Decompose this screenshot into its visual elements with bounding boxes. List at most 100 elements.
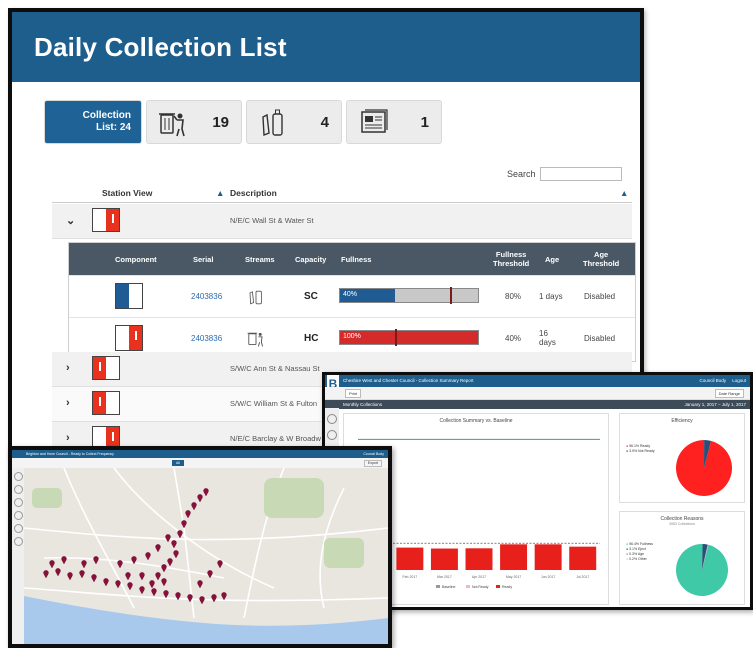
tick-label: Apr 2017 xyxy=(472,575,486,579)
chevron-down-icon[interactable]: ⌄ xyxy=(66,214,75,227)
nav-icon[interactable] xyxy=(13,537,23,546)
sort-icon[interactable]: ▲ xyxy=(216,188,224,198)
fullness-threshold: 80% xyxy=(505,292,522,301)
tick-label: Mar 2017 xyxy=(437,575,452,579)
stat-tile-recycling[interactable]: 4 xyxy=(246,100,342,144)
legend-swatch xyxy=(466,585,470,588)
map-sidebar xyxy=(12,468,24,644)
stat-count: 1 xyxy=(420,113,429,131)
row-description: S/W/C William St & Fulton xyxy=(230,399,318,408)
tick-label: Jul 2017 xyxy=(576,575,589,579)
filter-button[interactable]: All xyxy=(172,460,184,466)
tick-label: Jun 2017 xyxy=(541,575,555,579)
table-header: Station View ▲ Description ▲ xyxy=(52,184,632,203)
reasons-pie xyxy=(676,544,728,596)
component-icon xyxy=(115,283,143,309)
newspaper-icon xyxy=(361,109,388,133)
map-canvas[interactable] xyxy=(24,468,388,644)
component-row[interactable]: 2403836 SC 40% 80% 1 days Disabled xyxy=(69,275,635,316)
table-row[interactable]: ⌄ N/E/C Wall St & Water St xyxy=(52,204,632,239)
efficiency-panel: Efficiency ● 96.1% Ready ● 3.9% Not Read… xyxy=(619,413,745,503)
legend-swatch xyxy=(436,585,440,588)
fullness-bar: 100% xyxy=(339,329,479,346)
bar-ready xyxy=(569,546,597,570)
age-value: 16 days xyxy=(539,329,556,347)
nav-icon[interactable] xyxy=(13,498,23,507)
fullness-bar: 40% xyxy=(339,287,479,304)
nav-icon[interactable] xyxy=(13,485,23,494)
stat-tile-general-waste[interactable]: 19 xyxy=(146,100,242,144)
search-input[interactable] xyxy=(539,167,622,181)
report-window-title: Cheshire West and Chester Council - Coll… xyxy=(343,378,474,383)
user-name[interactable]: Council Body xyxy=(363,450,384,458)
component-icon xyxy=(115,325,143,351)
recycle-bin-person-icon xyxy=(247,332,264,347)
stat-tile-paper[interactable]: 1 xyxy=(346,100,442,144)
tick-label: May 2017 xyxy=(506,575,521,579)
column-capacity: Capacity xyxy=(295,255,327,264)
row-description: S/W/C Ann St & Nassau St xyxy=(230,364,320,373)
bar-ready xyxy=(465,548,493,570)
legend-label: Not Ready xyxy=(472,585,489,589)
sort-icon[interactable]: ▲ xyxy=(620,188,628,198)
page-header: Daily Collection List xyxy=(12,12,640,82)
chevron-right-icon[interactable]: › xyxy=(66,397,70,409)
legend-label: Ready xyxy=(502,585,512,589)
bar-ready xyxy=(534,544,562,570)
age-threshold: Disabled xyxy=(584,334,616,343)
nav-icon[interactable] xyxy=(13,472,23,481)
column-component: Component xyxy=(115,255,157,264)
print-button[interactable]: Print xyxy=(345,389,362,398)
collection-tile-count: List: 24 xyxy=(95,122,131,133)
tick-label: Feb 2017 xyxy=(402,575,417,579)
export-button[interactable]: Export xyxy=(363,460,382,467)
report-section-bar: Monthly Collections January 1, 2017 – Ju… xyxy=(325,400,750,409)
fullness-threshold: 40% xyxy=(505,334,522,343)
age-threshold: Disabled xyxy=(584,292,616,301)
nav-icon[interactable] xyxy=(13,511,23,520)
bar-ready xyxy=(396,547,424,570)
recycle-bin-person-icon xyxy=(159,113,185,137)
chevron-right-icon[interactable]: › xyxy=(66,432,70,444)
station-view-icon xyxy=(92,208,120,232)
row-description: N/E/C Wall St & Water St xyxy=(230,216,314,225)
capacity-value: HC xyxy=(304,333,319,344)
report-titlebar: B Cheshire West and Chester Council - Co… xyxy=(325,375,750,393)
row-description: N/E/C Barclay & W Broadw xyxy=(230,434,321,443)
column-age: Age xyxy=(545,255,560,264)
search-area: Search xyxy=(507,167,622,181)
column-fullness: Fullness xyxy=(341,255,372,264)
date-range: January 1, 2017 – July 1, 2017 xyxy=(684,402,746,407)
user-name[interactable]: Council Body xyxy=(699,375,726,387)
bottle-can-icon xyxy=(249,290,262,305)
threshold-marker xyxy=(450,287,453,304)
subtable-header: Component Serial Streams Capacity Fullne… xyxy=(69,243,635,275)
nav-icon[interactable] xyxy=(327,430,337,440)
serial-link[interactable]: 2403836 xyxy=(191,292,222,301)
column-streams: Streams xyxy=(245,255,275,264)
map-titlebar: Brighton and Hove Council - Ready to Col… xyxy=(12,450,388,458)
station-view-icon xyxy=(92,391,120,415)
report-toolbar: Print Date Range xyxy=(325,387,750,400)
nav-icon[interactable] xyxy=(327,414,337,424)
nav-icon[interactable] xyxy=(13,524,23,533)
date-range-button[interactable]: Date Range xyxy=(714,389,744,398)
column-fullness-threshold: Fullness Threshold xyxy=(493,250,530,268)
fullness-label: 40% xyxy=(343,291,358,298)
stat-count: 4 xyxy=(320,113,329,131)
station-view-icon xyxy=(92,356,120,380)
chevron-right-icon[interactable]: › xyxy=(66,362,70,374)
logout-link[interactable]: Logout xyxy=(732,375,746,387)
serial-link[interactable]: 2403836 xyxy=(191,334,222,343)
bar-ready xyxy=(430,548,458,570)
summary-tiles: Collection List: 24 19 4 1 xyxy=(44,100,442,144)
column-station-view[interactable]: Station View xyxy=(102,188,152,198)
bottle-can-icon xyxy=(262,109,283,137)
collection-list-tile[interactable]: Collection List: 24 xyxy=(44,100,142,144)
age-value: 1 days xyxy=(539,292,563,301)
component-subtable: Component Serial Streams Capacity Fullne… xyxy=(68,242,636,362)
column-description[interactable]: Description xyxy=(230,188,277,198)
map-window-title: Brighton and Hove Council - Ready to Col… xyxy=(26,452,114,456)
section-title: Monthly Collections xyxy=(343,402,383,407)
legend-label: Baseline xyxy=(442,585,455,589)
